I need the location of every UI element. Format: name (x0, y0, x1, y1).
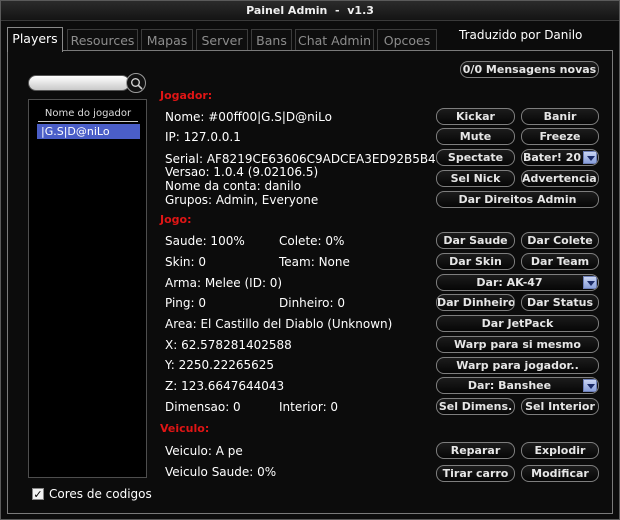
window-title: Painel Admin - v1.3 (1, 1, 619, 21)
vehicle-section-title: Veiculo: (160, 422, 210, 435)
select-interior-button[interactable]: Sel Interior (521, 398, 599, 415)
give-jetpack-button[interactable]: Dar JetPack (436, 315, 599, 332)
give-health-button[interactable]: Dar Saude (436, 232, 515, 249)
player-list[interactable]: Nome do jogador |G.S|D@niLo (28, 99, 147, 478)
game-section-title: Jogo: (160, 213, 192, 226)
color-codes-checkbox[interactable]: ✓ (32, 488, 44, 500)
remove-car-button[interactable]: Tirar carro (436, 465, 515, 482)
player-ping: Ping: 0 (165, 296, 207, 310)
give-weapon-combo[interactable]: Dar: AK-47 (436, 274, 599, 291)
modify-vehicle-button[interactable]: Modificar (521, 465, 599, 482)
slap-combo-value: Bater! 20 (522, 151, 582, 164)
slap-combo[interactable]: Bater! 20 (521, 149, 599, 166)
search-icon[interactable] (126, 73, 146, 93)
player-y-coordinate: Y: 2250.22265625 (165, 358, 275, 372)
warn-button[interactable]: Advertencia! (521, 170, 599, 187)
chevron-down-icon[interactable] (583, 151, 597, 164)
explode-vehicle-button[interactable]: Explodir (521, 442, 599, 459)
mute-button[interactable]: Mute (436, 128, 515, 145)
freeze-button[interactable]: Freeze (521, 128, 599, 145)
chevron-down-icon[interactable] (583, 379, 597, 392)
admin-panel-window: Painel Admin - v1.3 Players Resources Ma… (0, 0, 620, 520)
player-list-header: Nome do jogador (38, 108, 138, 122)
tab-bans[interactable]: Bans (251, 29, 292, 51)
player-list-row[interactable]: |G.S|D@niLo (37, 124, 140, 139)
ban-button[interactable]: Banir (521, 108, 599, 125)
vehicle-health: Veiculo Saude: 0% (165, 465, 277, 479)
tab-mapas[interactable]: Mapas (141, 29, 193, 51)
player-team: Team: None (279, 255, 350, 269)
kick-button[interactable]: Kickar (436, 108, 515, 125)
select-nick-button[interactable]: Sel Nick (436, 170, 515, 187)
search-input[interactable] (28, 75, 130, 91)
player-groups: Grupos: Admin, Everyone (165, 193, 319, 207)
player-interior: Interior: 0 (279, 400, 339, 414)
player-skin: Skin: 0 (165, 255, 206, 269)
player-armor: Colete: 0% (279, 234, 345, 248)
give-armor-button[interactable]: Dar Colete (521, 232, 599, 249)
player-weapon: Arma: Melee (ID: 0) (165, 276, 283, 290)
tab-players[interactable]: Players (7, 27, 63, 52)
give-team-button[interactable]: Dar Team (521, 253, 599, 270)
select-dimension-button[interactable]: Sel Dimens. (436, 398, 515, 415)
translated-by-label: Traduzido por Danilo (459, 28, 583, 42)
player-z-coordinate: Z: 123.6647644043 (165, 379, 285, 393)
warp-to-player-button[interactable]: Warp para jogador.. (436, 357, 599, 374)
give-status-button[interactable]: Dar Status (521, 294, 599, 311)
warp-self-button[interactable]: Warp para si mesmo (436, 336, 599, 353)
player-section-title: Jogador: (160, 89, 213, 102)
give-vehicle-combo-value: Dar: Banshee (467, 379, 552, 392)
player-money: Dinheiro: 0 (279, 296, 346, 310)
tab-opcoes[interactable]: Opcoes (377, 29, 437, 51)
chevron-down-icon[interactable] (583, 276, 597, 289)
tab-chat-admin[interactable]: Chat Admin (295, 29, 374, 51)
give-money-button[interactable]: Dar Dinheiro (436, 294, 515, 311)
player-version: Versao: 1.0.4 (9.02106.5) (165, 165, 319, 179)
color-codes-label: Cores de codigos (49, 487, 152, 501)
new-messages-button[interactable]: 0/0 Mensagens novas (460, 61, 599, 78)
player-serial: Serial: AF8219CE63606C9ADCEA3ED92B5B48F3 (165, 152, 458, 166)
spectate-button[interactable]: Spectate (436, 149, 515, 166)
player-dimension: Dimensao: 0 (165, 400, 241, 414)
tab-resources[interactable]: Resources (67, 29, 138, 51)
give-vehicle-combo[interactable]: Dar: Banshee (436, 377, 599, 394)
give-admin-rights-button[interactable]: Dar Direitos Admin (436, 191, 599, 208)
give-skin-button[interactable]: Dar Skin (436, 253, 515, 270)
player-account: Nome da conta: danilo (165, 179, 302, 193)
player-x-coordinate: X: 62.578281402588 (165, 338, 292, 352)
player-name: Nome: #00ff00|G.S|D@niLo (165, 110, 332, 124)
give-weapon-combo-value: Dar: AK-47 (476, 276, 543, 289)
repair-vehicle-button[interactable]: Reparar (436, 442, 515, 459)
players-tab-panel: Nome do jogador |G.S|D@niLo ✓ Cores de c… (7, 50, 613, 514)
player-area: Area: El Castillo del Diablo (Unknown) (165, 317, 393, 331)
player-health: Saude: 100% (165, 234, 245, 248)
player-ip: IP: 127.0.0.1 (165, 130, 241, 144)
tab-server[interactable]: Server (196, 29, 248, 51)
vehicle-name: Veiculo: A pe (165, 444, 243, 458)
